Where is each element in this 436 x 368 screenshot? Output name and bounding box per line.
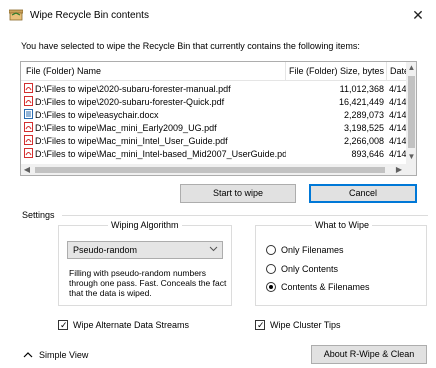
pdf-file-icon xyxy=(24,96,33,106)
horizontal-scroll-thumb[interactable] xyxy=(35,167,385,173)
wiping-algorithm-select[interactable]: Pseudo-random xyxy=(67,241,223,259)
table-row[interactable]: D:\Files to wipe\2020-subaru-forester-ma… xyxy=(21,83,406,95)
file-name: D:\Files to wipe\2020-subaru-forester-ma… xyxy=(35,84,231,94)
table-row[interactable]: D:\Files to wipe\Mac_mini_Intel-based_Mi… xyxy=(21,148,406,160)
pdf-file-icon xyxy=(24,135,33,145)
settings-label: Settings xyxy=(22,210,55,220)
file-date: 4/14 xyxy=(389,136,406,146)
horizontal-scrollbar[interactable]: ◀ ▶ xyxy=(21,164,406,175)
radio-only-filenames[interactable]: Only Filenames xyxy=(266,244,424,257)
vertical-scroll-thumb[interactable] xyxy=(408,76,415,148)
radio-label: Only Filenames xyxy=(281,245,344,255)
simple-view-toggle[interactable]: Simple View xyxy=(23,349,103,361)
pdf-file-icon xyxy=(24,148,33,158)
radio-label: Only Contents xyxy=(281,264,339,274)
title-bar: Wipe Recycle Bin contents ✕ xyxy=(0,0,436,30)
wiping-algorithm-group: Wiping Algorithm Pseudo-random Filling w… xyxy=(58,220,232,306)
table-row[interactable]: D:\Files to wipe\2020-subaru-forester-Qu… xyxy=(21,96,406,108)
docx-file-icon xyxy=(24,109,33,119)
close-button[interactable]: ✕ xyxy=(406,4,430,26)
file-name: D:\Files to wipe\easychair.docx xyxy=(35,110,159,120)
checkbox-box[interactable]: ✓ xyxy=(255,320,265,330)
radio-contents-and-filenames[interactable]: Contents & Filenames xyxy=(266,281,424,294)
about-button[interactable]: About R-Wipe & Clean xyxy=(311,345,427,364)
file-size: 3,198,525 xyxy=(343,123,384,133)
recycle-bin-app-icon xyxy=(8,9,24,21)
radio-label: Contents & Filenames xyxy=(281,282,370,292)
start-to-wipe-button[interactable]: Start to wipe xyxy=(180,184,296,203)
what-to-wipe-title: What to Wipe xyxy=(312,220,373,230)
cancel-button[interactable]: Cancel xyxy=(309,184,417,203)
chevron-down-icon xyxy=(207,242,219,258)
column-header-size[interactable]: File (Folder) Size, bytes xyxy=(286,62,387,81)
close-icon: ✕ xyxy=(412,7,424,23)
intro-text: You have selected to wipe the Recycle Bi… xyxy=(21,41,360,51)
wipe-cluster-tips-checkbox[interactable]: ✓ Wipe Cluster Tips xyxy=(255,319,375,332)
checkbox-box[interactable]: ✓ xyxy=(58,320,68,330)
column-header-name[interactable]: File (Folder) Name xyxy=(21,62,286,81)
file-date: 4/14 xyxy=(389,84,406,94)
file-name: D:\Files to wipe\2020-subaru-forester-Qu… xyxy=(35,97,225,107)
window-title: Wipe Recycle Bin contents xyxy=(30,10,149,21)
scroll-down-icon[interactable]: ▼ xyxy=(406,151,416,163)
settings-divider xyxy=(62,215,428,216)
checkbox-label: Wipe Alternate Data Streams xyxy=(73,320,190,330)
what-to-wipe-group: What to Wipe Only Filenames Only Content… xyxy=(255,220,427,306)
file-name: D:\Files to wipe\Mac_mini_Intel-based_Mi… xyxy=(35,149,286,159)
vertical-scrollbar[interactable]: ▲ ▼ xyxy=(406,62,416,164)
radio-only-contents[interactable]: Only Contents xyxy=(266,263,424,276)
simple-view-label: Simple View xyxy=(39,350,89,360)
table-row[interactable]: D:\Files to wipe\Mac_mini_Intel_User_Gui… xyxy=(21,135,406,147)
radio-button[interactable] xyxy=(266,264,276,274)
recycle-bin-items-list[interactable]: File (Folder) Name File (Folder) Size, b… xyxy=(20,61,417,176)
file-size: 16,421,449 xyxy=(338,97,384,107)
scrollbar-corner xyxy=(406,164,416,175)
radio-button-selected[interactable] xyxy=(266,282,276,292)
file-size: 2,289,073 xyxy=(343,110,384,120)
file-name: D:\Files to wipe\Mac_mini_Early2009_UG.p… xyxy=(35,123,217,133)
file-date: 4/14 xyxy=(389,123,406,133)
file-date: 4/14 xyxy=(389,110,406,120)
file-size: 2,266,008 xyxy=(343,136,384,146)
pdf-file-icon xyxy=(24,122,33,132)
checkmark-icon: ✓ xyxy=(60,320,68,330)
scroll-left-icon[interactable]: ◀ xyxy=(21,164,33,175)
file-name: D:\Files to wipe\Mac_mini_Intel_User_Gui… xyxy=(35,136,228,146)
wiping-algorithm-value: Pseudo-random xyxy=(73,245,138,255)
radio-selected-dot xyxy=(269,285,273,289)
wipe-alternate-data-streams-checkbox[interactable]: ✓ Wipe Alternate Data Streams xyxy=(58,319,208,332)
wiping-algorithm-description: Filling with pseudo-random numbers throu… xyxy=(69,268,227,298)
table-row[interactable]: D:\Files to wipe\easychair.docx 2,289,07… xyxy=(21,109,406,121)
list-header: File (Folder) Name File (Folder) Size, b… xyxy=(21,62,416,81)
table-row[interactable]: D:\Files to wipe\Mac_mini_Early2009_UG.p… xyxy=(21,122,406,134)
file-date: 4/14 xyxy=(389,97,406,107)
pdf-file-icon xyxy=(24,83,33,93)
checkmark-icon: ✓ xyxy=(257,320,265,330)
radio-button[interactable] xyxy=(266,245,276,255)
chevron-up-icon xyxy=(23,349,33,361)
file-date: 4/14 xyxy=(389,149,406,159)
file-size: 11,012,368 xyxy=(339,84,384,94)
file-size: 893,646 xyxy=(351,149,384,159)
wiping-algorithm-title: Wiping Algorithm xyxy=(108,220,182,230)
scroll-up-icon[interactable]: ▲ xyxy=(406,62,416,74)
checkbox-label: Wipe Cluster Tips xyxy=(270,320,341,330)
scroll-right-icon[interactable]: ▶ xyxy=(393,164,405,175)
